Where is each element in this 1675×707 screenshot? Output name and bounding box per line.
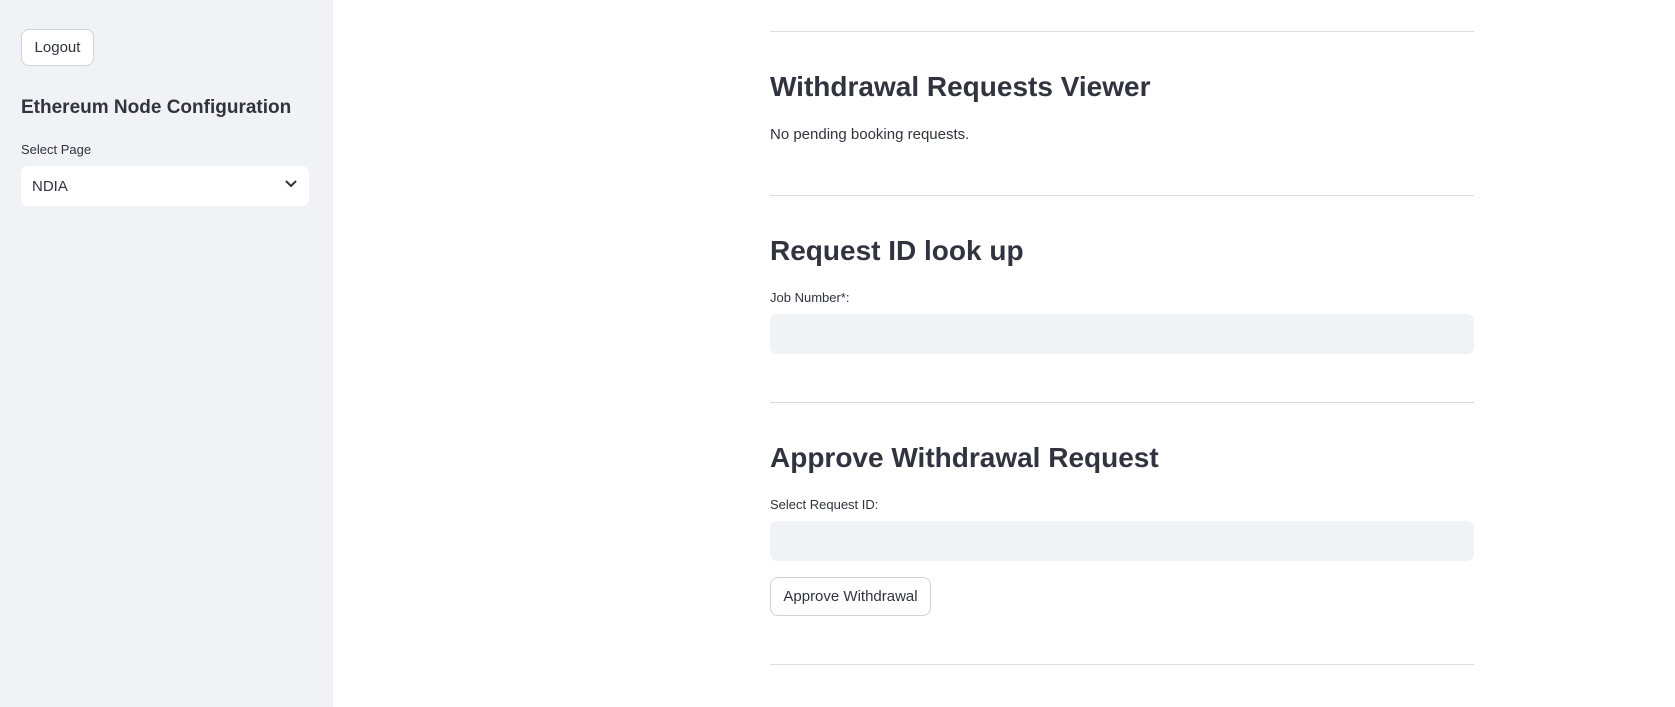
request-id-label: Select Request ID: bbox=[770, 497, 879, 512]
select-page-dropdown[interactable]: NDIA bbox=[21, 166, 309, 206]
viewer-message: No pending booking requests. bbox=[770, 126, 970, 143]
approve-withdrawal-button[interactable]: Approve Withdrawal bbox=[770, 577, 931, 616]
divider bbox=[770, 195, 1474, 196]
sidebar-title: Ethereum Node Configuration bbox=[21, 97, 292, 118]
chevron-down-icon bbox=[284, 177, 298, 195]
job-number-label: Job Number*: bbox=[770, 290, 850, 305]
viewer-heading: Withdrawal Requests Viewer bbox=[770, 71, 1151, 102]
logout-button[interactable]: Logout bbox=[21, 29, 94, 66]
request-id-input[interactable] bbox=[770, 521, 1474, 561]
lookup-heading: Request ID look up bbox=[770, 235, 1024, 266]
divider bbox=[770, 664, 1474, 665]
select-page-label: Select Page bbox=[21, 142, 92, 157]
approve-heading: Approve Withdrawal Request bbox=[770, 442, 1159, 473]
sidebar: Logout Ethereum Node Configuration Selec… bbox=[0, 0, 333, 707]
job-number-input[interactable] bbox=[770, 314, 1474, 354]
divider bbox=[770, 402, 1474, 403]
divider bbox=[770, 31, 1474, 32]
select-page-value: NDIA bbox=[32, 177, 68, 195]
